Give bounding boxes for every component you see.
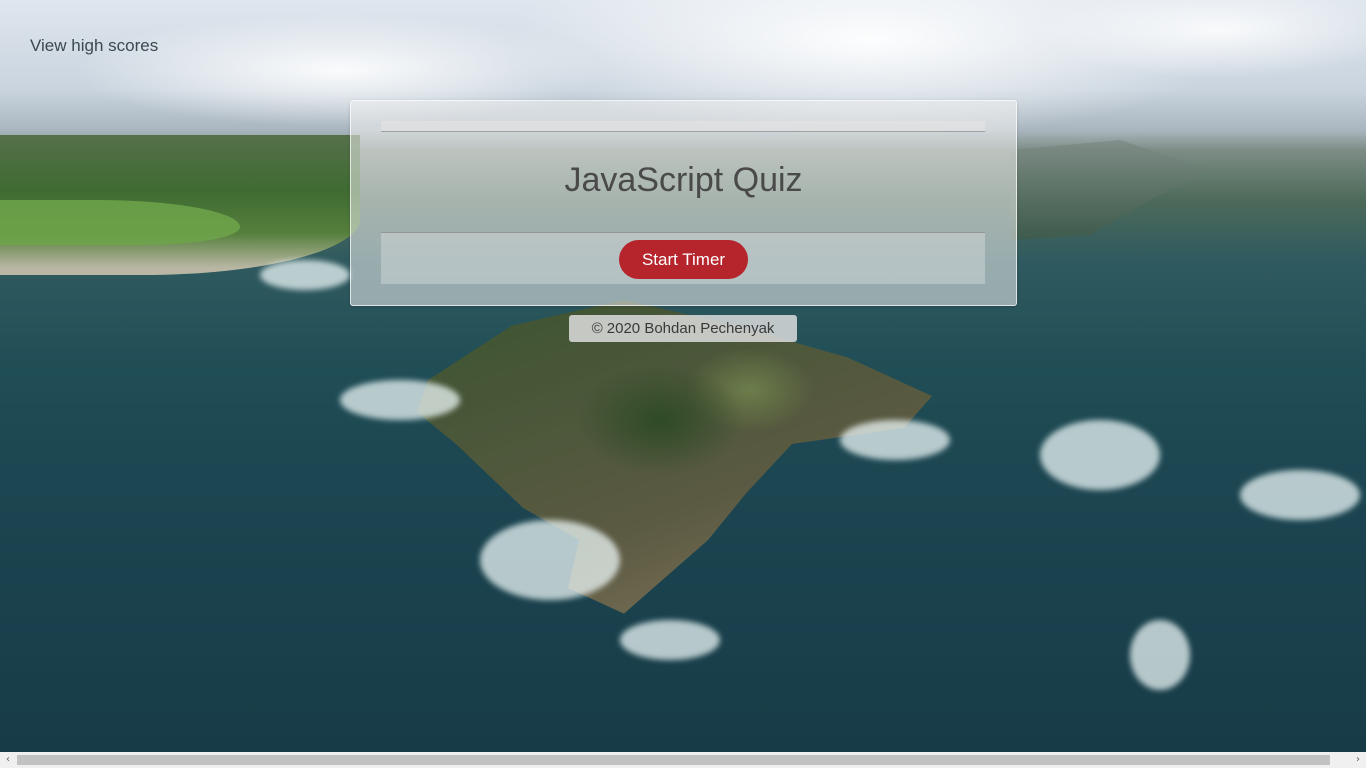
background-surf (840, 420, 950, 460)
start-timer-button[interactable]: Start Timer (619, 240, 748, 279)
background-surf (1240, 470, 1360, 520)
footer-copyright: © 2020 Bohdan Pechenyak (569, 315, 797, 342)
background-surf (1130, 620, 1190, 690)
view-high-scores-link[interactable]: View high scores (30, 36, 158, 56)
horizontal-scrollbar[interactable]: ‹ › (0, 752, 1366, 768)
background-surf (1040, 420, 1160, 490)
scrollbar-thumb[interactable] (17, 755, 1330, 765)
quiz-card: JavaScript Quiz Start Timer (350, 100, 1017, 306)
scroll-right-arrow-icon[interactable]: › (1350, 754, 1366, 766)
background-surf (620, 620, 720, 660)
page: View high scores JavaScript Quiz Start T… (0, 0, 1366, 768)
quiz-title: JavaScript Quiz (564, 161, 803, 199)
background-surf (340, 380, 460, 420)
background-surf (260, 260, 350, 290)
card-top-divider (381, 121, 985, 132)
background-distant-hills (1010, 140, 1210, 240)
scroll-left-arrow-icon[interactable]: ‹ (0, 754, 16, 766)
background-surf (480, 520, 620, 600)
